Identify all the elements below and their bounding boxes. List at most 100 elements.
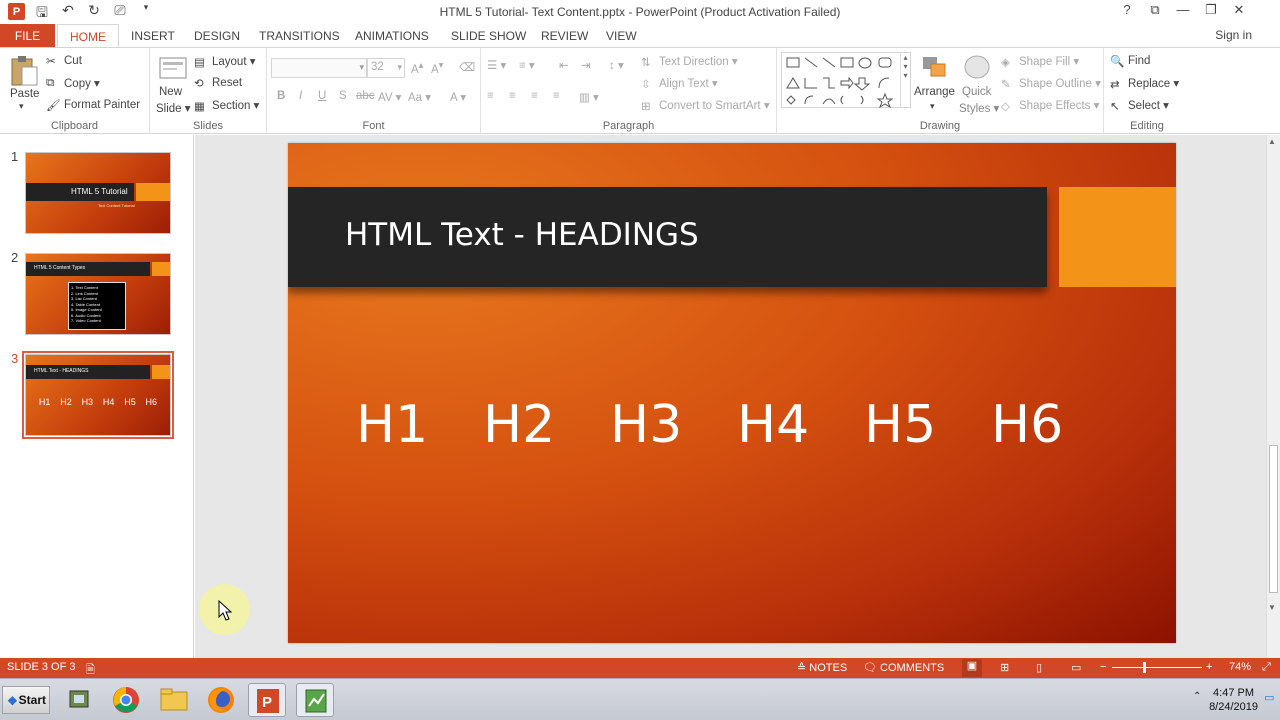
scrollbar-thumb[interactable] bbox=[1269, 445, 1278, 593]
notes-button[interactable]: ≙ NOTES bbox=[797, 661, 847, 674]
network-app-icon[interactable] bbox=[60, 683, 98, 717]
arrange-button[interactable]: Arrange bbox=[914, 86, 955, 98]
slide-thumbnail-3[interactable]: HTML Text - HEADINGS H1 H2 H3 H4 H5 H6 bbox=[22, 351, 174, 439]
paste-dropdown-icon[interactable]: ▾ bbox=[19, 101, 24, 112]
slide-thumbnail-2[interactable]: HTML 5 Content Types 1. Text Content 2. … bbox=[25, 253, 171, 335]
line-spacing-icon[interactable]: ↕ ▾ bbox=[609, 58, 624, 72]
replace-button[interactable]: ⇄ Replace ▾ bbox=[1110, 76, 1179, 91]
italic-button[interactable]: I bbox=[299, 90, 302, 102]
tab-slide-show[interactable]: SLIDE SHOW bbox=[439, 24, 538, 48]
tab-insert[interactable]: INSERT bbox=[119, 24, 187, 48]
zoom-slider-thumb[interactable] bbox=[1143, 662, 1146, 673]
font-name-select[interactable]: ▾ bbox=[271, 58, 367, 78]
justify-icon[interactable]: ≡ bbox=[553, 90, 560, 102]
scroll-up-icon[interactable]: ▲ bbox=[1268, 137, 1276, 146]
show-hidden-icons[interactable]: ⌃ bbox=[1193, 691, 1201, 702]
zoom-out-icon[interactable]: − bbox=[1100, 661, 1106, 673]
align-right-icon[interactable]: ≡ bbox=[531, 90, 538, 102]
numbering-icon[interactable]: ≡ ▾ bbox=[519, 58, 535, 72]
find-button[interactable]: 🔍 Find bbox=[1110, 54, 1150, 68]
align-center-icon[interactable]: ≡ bbox=[509, 90, 516, 102]
zoom-in-icon[interactable]: + bbox=[1206, 661, 1212, 673]
grow-font-icon[interactable]: A▴ bbox=[411, 60, 423, 76]
tab-transitions[interactable]: TRANSITIONS bbox=[247, 24, 352, 48]
paste-icon[interactable] bbox=[9, 55, 39, 87]
arrange-icon[interactable] bbox=[920, 54, 950, 86]
bullets-icon[interactable]: ☰ ▾ bbox=[487, 58, 506, 72]
change-case-icon[interactable]: Aa ▾ bbox=[408, 90, 431, 104]
tab-home[interactable]: HOME bbox=[57, 24, 119, 48]
quick-styles-label-1[interactable]: Quick bbox=[962, 86, 991, 98]
columns-icon[interactable]: ▥ ▾ bbox=[579, 90, 599, 104]
font-size-select[interactable]: 32 ▾ bbox=[367, 58, 405, 78]
reading-view-icon[interactable]: ▯ bbox=[1036, 661, 1042, 674]
align-text-button[interactable]: ⇳ Align Text ▾ bbox=[641, 76, 718, 91]
tab-design[interactable]: DESIGN bbox=[182, 24, 252, 48]
vertical-scrollbar[interactable]: ▲ ▼ bbox=[1266, 135, 1280, 658]
tab-review[interactable]: REVIEW bbox=[529, 24, 600, 48]
new-slide-icon[interactable] bbox=[158, 54, 188, 86]
new-slide-label-2[interactable]: Slide ▾ bbox=[156, 101, 191, 115]
increase-indent-icon[interactable]: ⇥ bbox=[581, 58, 591, 72]
file-explorer-icon[interactable] bbox=[155, 683, 193, 717]
slide-headings-row[interactable]: H1 H2 H3 H4 H5 H6 bbox=[356, 395, 1118, 455]
reset-button[interactable]: ⟲ Reset bbox=[194, 76, 242, 90]
font-color-icon[interactable]: A ▾ bbox=[450, 90, 466, 104]
restore-icon[interactable]: ❐ bbox=[1200, 2, 1222, 18]
bold-button[interactable]: B bbox=[277, 90, 285, 102]
close-icon[interactable]: ✕ bbox=[1228, 2, 1250, 18]
system-clock[interactable]: 4:47 PM 8/24/2019 bbox=[1209, 686, 1258, 714]
sign-in-link[interactable]: Sign in bbox=[1215, 28, 1252, 42]
strikethrough-button[interactable]: abc bbox=[356, 90, 375, 102]
chrome-icon[interactable] bbox=[107, 683, 145, 717]
text-shadow-button[interactable]: S bbox=[339, 90, 347, 102]
ribbon-display-options-icon[interactable]: ⧉ bbox=[1144, 2, 1166, 18]
shapes-more-icon[interactable]: ▴ ▾ ▾ bbox=[900, 53, 910, 107]
recorder-app-icon[interactable] bbox=[296, 683, 334, 717]
new-slide-label-1[interactable]: New bbox=[159, 86, 182, 98]
copy-button[interactable]: ⧉ Copy ▾ bbox=[46, 76, 100, 91]
text-direction-button[interactable]: ⇅ Text Direction ▾ bbox=[641, 54, 738, 69]
firefox-icon[interactable] bbox=[202, 683, 240, 717]
character-spacing-icon[interactable]: AV ▾ bbox=[378, 90, 401, 104]
fit-slide-icon[interactable]: ⤢ bbox=[1262, 661, 1271, 674]
quick-styles-label-2[interactable]: Styles ▾ bbox=[959, 101, 999, 115]
shape-outline-button[interactable]: ✎ Shape Outline ▾ bbox=[1001, 76, 1101, 91]
arrange-dropdown-icon[interactable]: ▾ bbox=[930, 101, 935, 112]
decrease-indent-icon[interactable]: ⇤ bbox=[559, 58, 569, 72]
paste-button[interactable]: Paste bbox=[10, 88, 39, 100]
slide-heading-h1: H1 bbox=[356, 395, 429, 455]
zoom-level[interactable]: 74% bbox=[1229, 661, 1251, 673]
shape-fill-button[interactable]: ◈ Shape Fill ▾ bbox=[1001, 54, 1079, 69]
tab-animations[interactable]: ANIMATIONS bbox=[343, 24, 441, 48]
cut-button[interactable]: ✂ Cut bbox=[46, 54, 82, 68]
slide-sorter-icon[interactable]: ⊞ bbox=[1000, 661, 1009, 674]
comments-button[interactable]: 🗨 COMMENTS bbox=[863, 661, 944, 674]
align-left-icon[interactable]: ≡ bbox=[487, 90, 494, 102]
shapes-gallery[interactable]: ▴ ▾ ▾ bbox=[781, 52, 911, 108]
tab-file[interactable]: FILE bbox=[0, 24, 55, 48]
current-slide[interactable]: HTML Text - HEADINGS H1 H2 H3 H4 H5 H6 bbox=[288, 143, 1176, 643]
slide-thumbnail-1[interactable]: HTML 5 Tutorial Text Content Tutorial bbox=[25, 152, 171, 234]
action-center-icon[interactable]: ▭ bbox=[1264, 691, 1274, 704]
powerpoint-taskbar-icon[interactable]: P bbox=[248, 683, 286, 717]
zoom-slider[interactable] bbox=[1112, 667, 1202, 668]
tab-view[interactable]: VIEW bbox=[594, 24, 649, 48]
section-button[interactable]: ▦ Section ▾ bbox=[194, 98, 259, 113]
shape-effects-button[interactable]: ◇ Shape Effects ▾ bbox=[1001, 98, 1099, 113]
slide-title[interactable]: HTML Text - HEADINGS bbox=[345, 217, 699, 253]
slide-show-icon[interactable]: ▭ bbox=[1071, 661, 1081, 674]
start-button[interactable]: ❖ Start bbox=[2, 686, 50, 714]
quick-styles-icon[interactable] bbox=[962, 54, 992, 86]
underline-button[interactable]: U bbox=[318, 90, 326, 102]
normal-view-icon[interactable]: ▣ bbox=[962, 659, 982, 677]
scroll-down-icon[interactable]: ▼ bbox=[1268, 603, 1276, 612]
clear-formatting-icon[interactable]: ⌫ bbox=[459, 60, 475, 74]
select-button[interactable]: ↖ Select ▾ bbox=[1110, 98, 1169, 113]
minimize-icon[interactable]: — bbox=[1172, 2, 1194, 18]
format-painter-button[interactable]: 🖌 Format Painter bbox=[46, 98, 140, 112]
shrink-font-icon[interactable]: A▾ bbox=[431, 60, 443, 76]
help-icon[interactable]: ? bbox=[1116, 2, 1138, 18]
layout-button[interactable]: ▤ Layout ▾ bbox=[194, 54, 256, 69]
convert-smartart-button[interactable]: ⊞ Convert to SmartArt ▾ bbox=[641, 98, 770, 113]
